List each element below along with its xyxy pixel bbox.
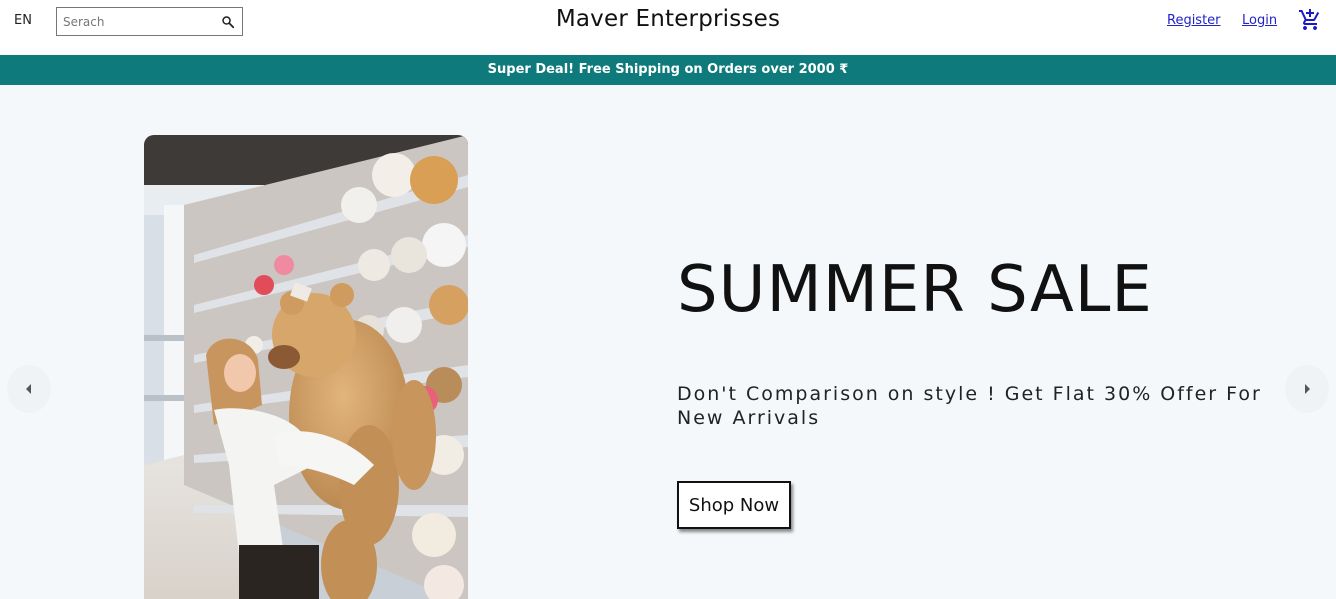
slider-next-button[interactable]: [1285, 365, 1329, 413]
login-link[interactable]: Login: [1242, 13, 1277, 28]
teddy-bear-store-image: [144, 135, 468, 599]
slide-title: SUMMER SALE: [677, 253, 1153, 327]
register-link[interactable]: Register: [1167, 13, 1221, 28]
site-header: EN Maver Enterprisses Register Login: [0, 0, 1336, 55]
announcement-bar: Super Deal! Free Shipping on Orders over…: [0, 55, 1336, 85]
arrow-left-icon: [26, 384, 31, 394]
hero-slider: SUMMER SALE Don't Comparison on style ! …: [0, 85, 1336, 599]
shop-now-button[interactable]: Shop Now: [677, 481, 791, 529]
search-box: [56, 7, 243, 36]
slide-description: Don't Comparison on style ! Get Flat 30%…: [677, 383, 1262, 429]
language-selector[interactable]: EN: [14, 13, 32, 28]
slider-prev-button[interactable]: [7, 365, 51, 413]
search-input[interactable]: [63, 13, 213, 31]
add-shopping-cart-icon[interactable]: [1298, 8, 1322, 32]
search-icon[interactable]: [221, 14, 235, 29]
arrow-right-icon: [1305, 384, 1310, 394]
hero-image: [144, 135, 468, 599]
